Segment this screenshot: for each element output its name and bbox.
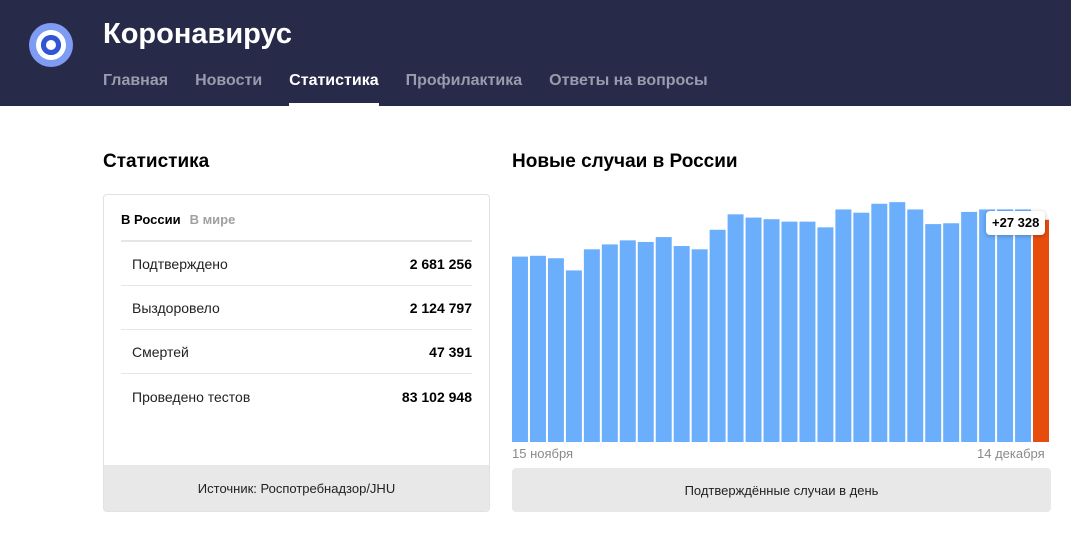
bar[interactable] <box>907 209 924 442</box>
region-tabs: В России В мире <box>121 212 244 227</box>
virus-logo-icon[interactable] <box>29 23 73 67</box>
bar[interactable] <box>583 249 600 442</box>
bar[interactable] <box>763 219 780 442</box>
bar[interactable] <box>1015 209 1032 442</box>
tab-world[interactable]: В мире <box>190 212 236 227</box>
stat-label: Выздоровело <box>132 299 220 316</box>
site-title[interactable]: Коронавирус <box>103 18 292 51</box>
bar[interactable] <box>655 237 672 442</box>
bar[interactable] <box>512 256 528 442</box>
x-axis-end-label: 14 декабря <box>977 446 1045 461</box>
stat-row-deaths: Смертей 47 391 <box>121 330 472 374</box>
bar[interactable] <box>529 255 546 442</box>
stat-row-recovered: Выздоровело 2 124 797 <box>121 286 472 330</box>
nav-faq[interactable]: Ответы на вопросы <box>549 72 708 106</box>
bar[interactable] <box>853 212 870 442</box>
logo-dot <box>46 40 56 50</box>
stats-title: Статистика <box>103 151 210 172</box>
site-header: Коронавирус Главная Новости Статистика П… <box>0 0 1071 106</box>
stat-label: Смертей <box>132 343 189 360</box>
bar[interactable] <box>745 217 762 442</box>
bar[interactable] <box>709 229 726 442</box>
bar[interactable] <box>925 224 942 442</box>
new-cases-chart <box>512 194 1052 444</box>
bar[interactable] <box>817 227 834 442</box>
nav-home[interactable]: Главная <box>103 72 168 106</box>
bar[interactable] <box>637 241 654 442</box>
nav-news[interactable]: Новости <box>195 72 262 106</box>
bar[interactable] <box>781 221 798 442</box>
chart-caption: Подтверждённые случаи в день <box>512 468 1051 512</box>
bar[interactable] <box>547 258 564 442</box>
bar[interactable] <box>871 203 888 442</box>
stat-label: Подтверждено <box>132 255 228 272</box>
nav-prevention[interactable]: Профилактика <box>406 72 523 106</box>
bar[interactable] <box>691 249 708 442</box>
bar-chart <box>512 202 1049 442</box>
bar[interactable] <box>997 209 1014 442</box>
stat-row-tests: Проведено тестов 83 102 948 <box>121 375 472 419</box>
stat-value: 2 124 797 <box>409 299 472 316</box>
bar[interactable] <box>979 209 996 442</box>
bar[interactable] <box>799 221 816 442</box>
stat-value: 47 391 <box>429 343 472 360</box>
bar[interactable] <box>727 214 744 442</box>
bar[interactable] <box>961 211 978 442</box>
stat-row-confirmed: Подтверждено 2 681 256 <box>121 242 472 286</box>
x-axis-start-label: 15 ноября <box>512 446 574 461</box>
bar[interactable] <box>835 209 852 442</box>
bar[interactable] <box>889 202 906 442</box>
bar-highlight[interactable] <box>1033 219 1049 442</box>
bar[interactable] <box>673 246 690 442</box>
chart-title: Новые случаи в России <box>512 151 738 172</box>
stat-value: 2 681 256 <box>409 255 472 272</box>
highlight-value-badge: +27 328 <box>986 211 1046 235</box>
bar[interactable] <box>943 223 960 442</box>
stat-value: 83 102 948 <box>401 389 472 405</box>
bar[interactable] <box>565 270 582 442</box>
bar[interactable] <box>601 244 618 442</box>
main-nav: Главная Новости Статистика Профилактика … <box>103 72 735 106</box>
stats-card: В России В мире Подтверждено 2 681 256 В… <box>103 194 490 512</box>
tab-russia[interactable]: В России <box>121 212 181 227</box>
nav-statistics[interactable]: Статистика <box>289 72 380 106</box>
stat-label: Проведено тестов <box>132 389 251 405</box>
bar[interactable] <box>619 240 636 442</box>
stats-source: Источник: Роспотребнадзор/JHU <box>104 465 489 511</box>
